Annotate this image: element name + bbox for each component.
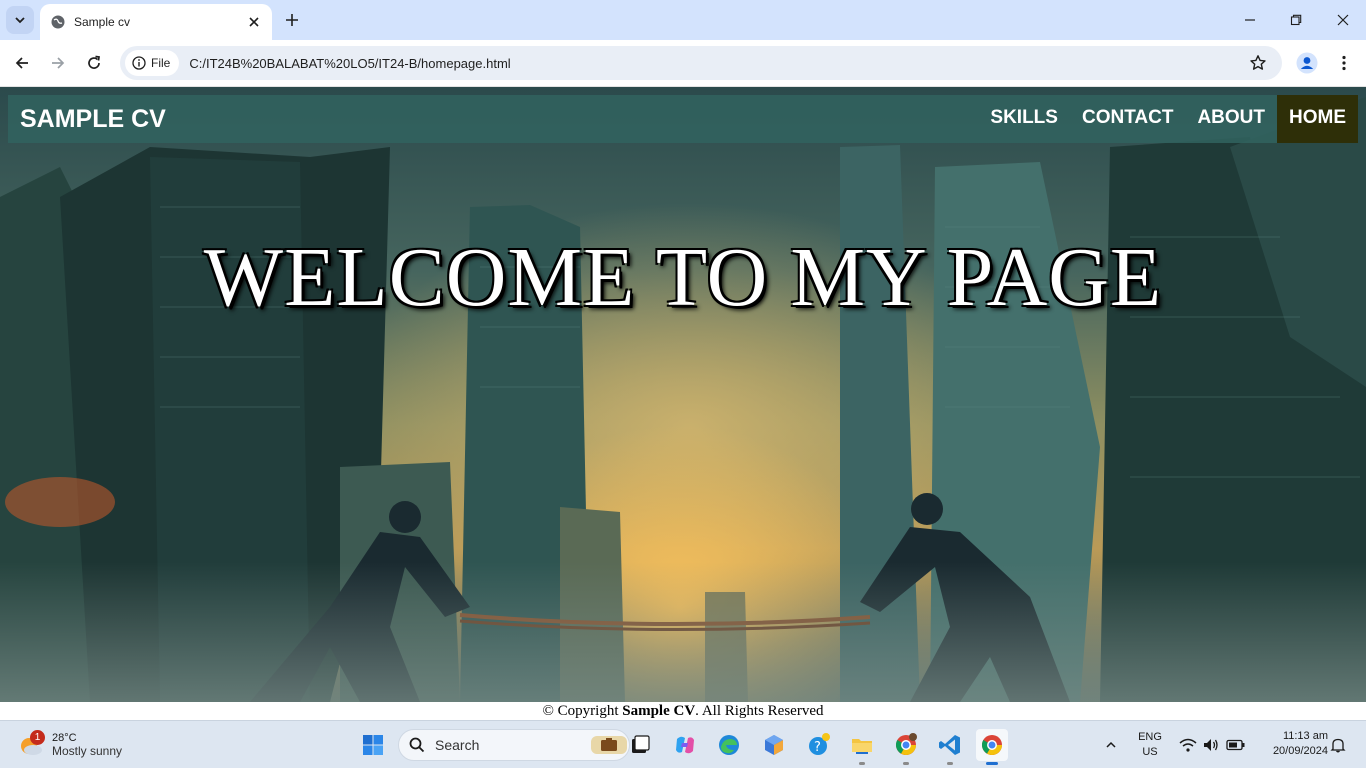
windows-start-icon[interactable] (357, 729, 389, 761)
browser-toolbar: File C:/IT24B%20BALABAT%20LO5/IT24-B/hom… (0, 40, 1366, 87)
windows-taskbar: 1 28°C Mostly sunny Search ? ENG US 11:1… (0, 720, 1366, 768)
language-indicator[interactable]: ENG US (1134, 730, 1166, 760)
volume-icon[interactable] (1201, 735, 1221, 755)
reload-icon[interactable] (82, 51, 106, 75)
search-label: Search (435, 737, 480, 753)
footer-suffix: . All Rights Reserved (695, 703, 824, 719)
restore-icon[interactable] (1284, 8, 1308, 32)
weather-desc: Mostly sunny (52, 744, 123, 758)
battery-icon[interactable] (1226, 735, 1246, 755)
svg-text:?: ? (814, 740, 821, 755)
site-info-chip[interactable]: File (125, 50, 180, 76)
weather-temp: 28°C (52, 732, 77, 744)
wifi-icon[interactable] (1178, 735, 1198, 755)
footer-prefix: © Copyright (542, 703, 623, 719)
profile-avatar-icon[interactable] (1295, 51, 1319, 75)
page-footer: © Copyright Sample CV. All Rights Reserv… (0, 702, 1366, 720)
hero-title: WELCOME TO MY PAGE (203, 231, 1163, 324)
weather-sun-icon: 1 (18, 730, 45, 758)
footer-name: Sample CV (622, 703, 696, 719)
chevron-up-icon[interactable] (1101, 735, 1121, 755)
nav-links: SKILLS CONTACT ABOUT HOME (978, 95, 1358, 143)
copilot-icon[interactable] (669, 729, 701, 761)
globe-icon (51, 15, 65, 29)
clock-time: 11:13 am (1282, 730, 1328, 742)
back-arrow-icon[interactable] (10, 51, 34, 75)
close-tab-icon[interactable] (246, 14, 262, 30)
tab-title: Sample cv (74, 15, 131, 29)
chevron-down-icon (15, 17, 25, 24)
tab-search-button[interactable] (6, 6, 34, 34)
weather-widget[interactable]: 1 28°C Mostly sunny (18, 727, 122, 763)
nav-link-contact[interactable]: CONTACT (1070, 95, 1185, 143)
hero-background-image: SAMPLE CV SKILLS CONTACT ABOUT HOME WELC… (0, 87, 1366, 702)
page-viewport: SAMPLE CV SKILLS CONTACT ABOUT HOME WELC… (0, 87, 1366, 720)
notification-bell-icon[interactable] (1328, 735, 1348, 755)
nav-link-home[interactable]: HOME (1277, 95, 1358, 143)
3d-cube-app-icon[interactable] (758, 729, 790, 761)
clock-date: 20/09/2024 (1272, 745, 1328, 757)
taskbar-search[interactable]: Search (398, 729, 630, 761)
chrome-icon[interactable] (976, 729, 1008, 765)
address-bar[interactable]: File C:/IT24B%20BALABAT%20LO5/IT24-B/hom… (120, 46, 1282, 80)
browser-tab[interactable]: Sample cv (40, 4, 272, 40)
file-label: File (151, 56, 171, 70)
browser-tab-strip: Sample cv (0, 0, 1366, 40)
url-text[interactable]: C:/IT24B%20BALABAT%20LO5/IT24-B/homepage… (189, 56, 1248, 71)
close-window-icon[interactable] (1331, 8, 1355, 32)
get-help-icon[interactable]: ? (803, 729, 835, 761)
briefcase-icon (591, 736, 627, 754)
bookmark-star-icon[interactable] (1248, 53, 1268, 73)
lang-bottom: US (1142, 746, 1158, 758)
forward-arrow-icon[interactable] (46, 51, 70, 75)
ground-mist (0, 562, 1366, 702)
new-tab-icon[interactable] (282, 10, 302, 30)
chrome-profile-icon[interactable] (890, 729, 922, 765)
file-explorer-icon[interactable] (846, 729, 878, 765)
info-icon (132, 56, 146, 70)
weather-badge: 1 (30, 730, 45, 745)
search-icon (409, 737, 425, 753)
site-navbar: SAMPLE CV SKILLS CONTACT ABOUT HOME (8, 95, 1358, 143)
nav-link-skills[interactable]: SKILLS (978, 95, 1070, 143)
site-brand[interactable]: SAMPLE CV (20, 95, 166, 143)
lang-top: ENG (1138, 731, 1162, 743)
minimize-icon[interactable] (1238, 8, 1262, 32)
edge-icon[interactable] (713, 729, 745, 761)
clock[interactable]: 11:13 am 20/09/2024 (1256, 729, 1328, 759)
nav-link-about[interactable]: ABOUT (1185, 95, 1277, 143)
vscode-icon[interactable] (934, 729, 966, 765)
task-view-icon[interactable] (624, 729, 656, 761)
kebab-menu-icon[interactable] (1332, 51, 1356, 75)
